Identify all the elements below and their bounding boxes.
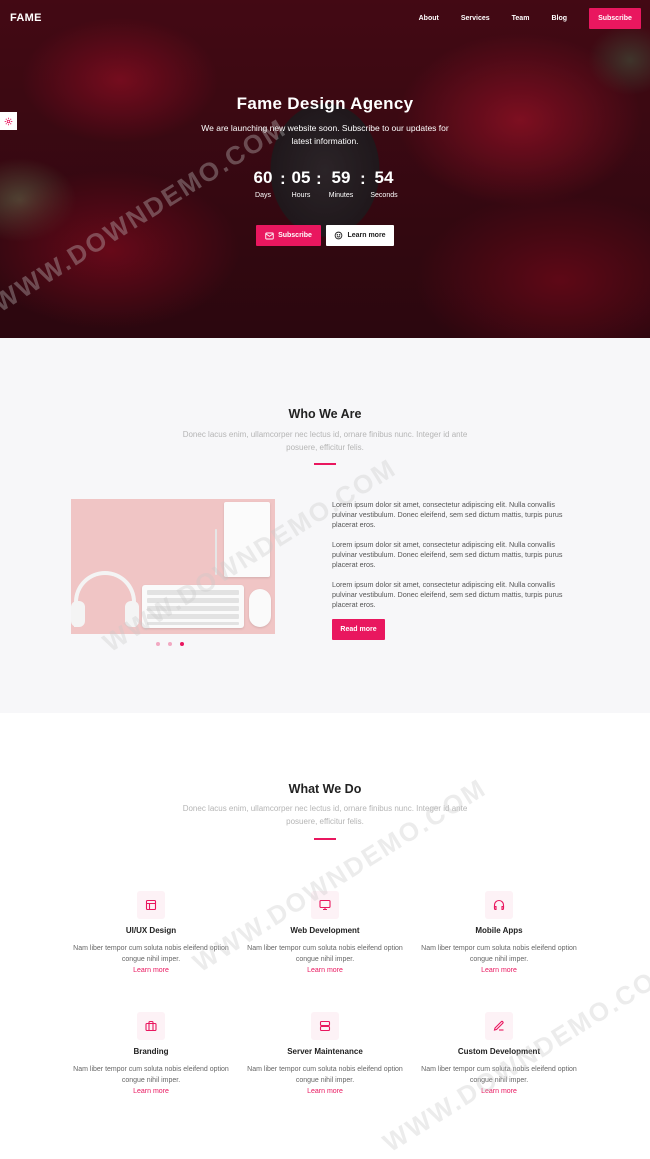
- countdown-hours: 05 Hours: [281, 168, 321, 199]
- countdown-seconds: 54 Seconds: [364, 168, 404, 199]
- service-learn-more-link[interactable]: Learn more: [71, 965, 231, 976]
- mail-icon: [265, 232, 274, 239]
- monitor-icon: [311, 891, 339, 919]
- pen: [215, 529, 217, 575]
- service-learn-more-link[interactable]: Learn more: [71, 1086, 231, 1097]
- countdown-minutes-label: Minutes: [328, 192, 354, 199]
- hero-subscribe-button[interactable]: Subscribe: [256, 225, 321, 246]
- service-custom-development: Custom Development Nam liber tempor cum …: [419, 1012, 579, 1097]
- service-description: Nam liber tempor cum soluta nobis eleife…: [73, 945, 229, 963]
- who-paragraph: Lorem ipsum dolor sit amet, consectetur …: [332, 500, 563, 529]
- countdown-seconds-value: 54: [374, 168, 394, 187]
- keyboard-keys: [147, 590, 239, 625]
- nav-subscribe-button[interactable]: Subscribe: [589, 8, 641, 29]
- nav-link-about[interactable]: About: [419, 15, 439, 22]
- edit-icon: [485, 1012, 513, 1040]
- hero-subtitle: We are launching new website soon. Subsc…: [201, 123, 449, 146]
- hero-title: Fame Design Agency: [236, 94, 414, 113]
- service-title: Server Maintenance: [287, 1047, 363, 1056]
- service-learn-more-link[interactable]: Learn more: [245, 965, 405, 976]
- service-description: Nam liber tempor cum soluta nobis eleife…: [421, 1066, 577, 1084]
- service-learn-more-link[interactable]: Learn more: [419, 965, 579, 976]
- headphones-icon: [485, 891, 513, 919]
- countdown-hours-value: 05: [291, 168, 311, 187]
- keyboard: [142, 585, 244, 628]
- read-more-button[interactable]: Read more: [332, 619, 385, 640]
- who-subtitle: Donec lacus enim, ullamcorper nec lectus…: [182, 430, 468, 452]
- service-server-maintenance: Server Maintenance Nam liber tempor cum …: [245, 1012, 405, 1097]
- what-title: What We Do: [288, 782, 362, 796]
- carousel-dot[interactable]: [168, 642, 172, 646]
- service-title: Mobile Apps: [475, 926, 523, 935]
- service-learn-more-link[interactable]: Learn more: [419, 1086, 579, 1097]
- countdown-seconds-label: Seconds: [370, 192, 398, 199]
- mouse: [249, 589, 271, 627]
- service-description: Nam liber tempor cum soluta nobis eleife…: [73, 1066, 229, 1084]
- who-title: Who We Are: [288, 407, 362, 421]
- main-nav: About Services Team Blog Subscribe: [419, 8, 641, 29]
- what-we-do-section: What We Do Donec lacus enim, ullamcorper…: [0, 713, 650, 1159]
- server-icon: [311, 1012, 339, 1040]
- countdown-days: 60 Days: [243, 168, 283, 199]
- hero-learn-more-label: Learn more: [347, 232, 386, 239]
- service-description: Nam liber tempor cum soluta nobis eleife…: [247, 1066, 403, 1084]
- service-branding: Branding Nam liber tempor cum soluta nob…: [71, 1012, 231, 1097]
- nav-link-blog[interactable]: Blog: [551, 15, 567, 22]
- hero-subscribe-label: Subscribe: [278, 232, 312, 239]
- nav-link-services[interactable]: Services: [461, 15, 490, 22]
- carousel-dot-active[interactable]: [180, 642, 184, 646]
- countdown-days-label: Days: [255, 192, 271, 199]
- service-web-development: Web Development Nam liber tempor cum sol…: [245, 891, 405, 976]
- headphones-left-cup: [71, 601, 85, 627]
- headphones-right-cup: [125, 601, 139, 627]
- carousel-dots: [156, 642, 184, 646]
- hero-learn-more-button[interactable]: Learn more: [326, 225, 394, 246]
- smile-icon: [335, 231, 343, 240]
- layout-icon: [137, 891, 165, 919]
- countdown-minutes: 59 Minutes: [321, 168, 361, 199]
- settings-tab[interactable]: [0, 112, 17, 130]
- countdown-minutes-value: 59: [331, 168, 351, 187]
- briefcase-icon: [137, 1012, 165, 1040]
- hero-section: FAME About Services Team Blog Subscribe …: [0, 0, 650, 338]
- who-paragraph: Lorem ipsum dolor sit amet, consectetur …: [332, 540, 563, 569]
- workspace-image: [71, 499, 275, 634]
- brand-logo[interactable]: FAME: [10, 12, 42, 24]
- service-description: Nam liber tempor cum soluta nobis eleife…: [421, 945, 577, 963]
- service-title: Web Development: [290, 926, 360, 935]
- what-subtitle: Donec lacus enim, ullamcorper nec lectus…: [182, 804, 468, 826]
- carousel-dot[interactable]: [156, 642, 160, 646]
- countdown-hours-label: Hours: [291, 192, 311, 199]
- service-title: Custom Development: [457, 1047, 541, 1056]
- who-paragraph: Lorem ipsum dolor sit amet, consectetur …: [332, 580, 563, 609]
- notebook: [224, 502, 270, 577]
- service-title: UI/UX Design: [125, 926, 177, 935]
- service-mobile-apps: Mobile Apps Nam liber tempor cum soluta …: [419, 891, 579, 976]
- service-description: Nam liber tempor cum soluta nobis eleife…: [247, 945, 403, 963]
- what-divider: [314, 838, 336, 840]
- service-title: Branding: [133, 1047, 169, 1056]
- who-we-are-section: Who We Are Donec lacus enim, ullamcorper…: [0, 338, 650, 713]
- nav-link-team[interactable]: Team: [512, 15, 530, 22]
- service-ui-ux-design: UI/UX Design Nam liber tempor cum soluta…: [71, 891, 231, 976]
- countdown-days-value: 60: [253, 168, 273, 187]
- service-learn-more-link[interactable]: Learn more: [245, 1086, 405, 1097]
- who-divider: [314, 463, 336, 465]
- gear-icon: [4, 117, 13, 125]
